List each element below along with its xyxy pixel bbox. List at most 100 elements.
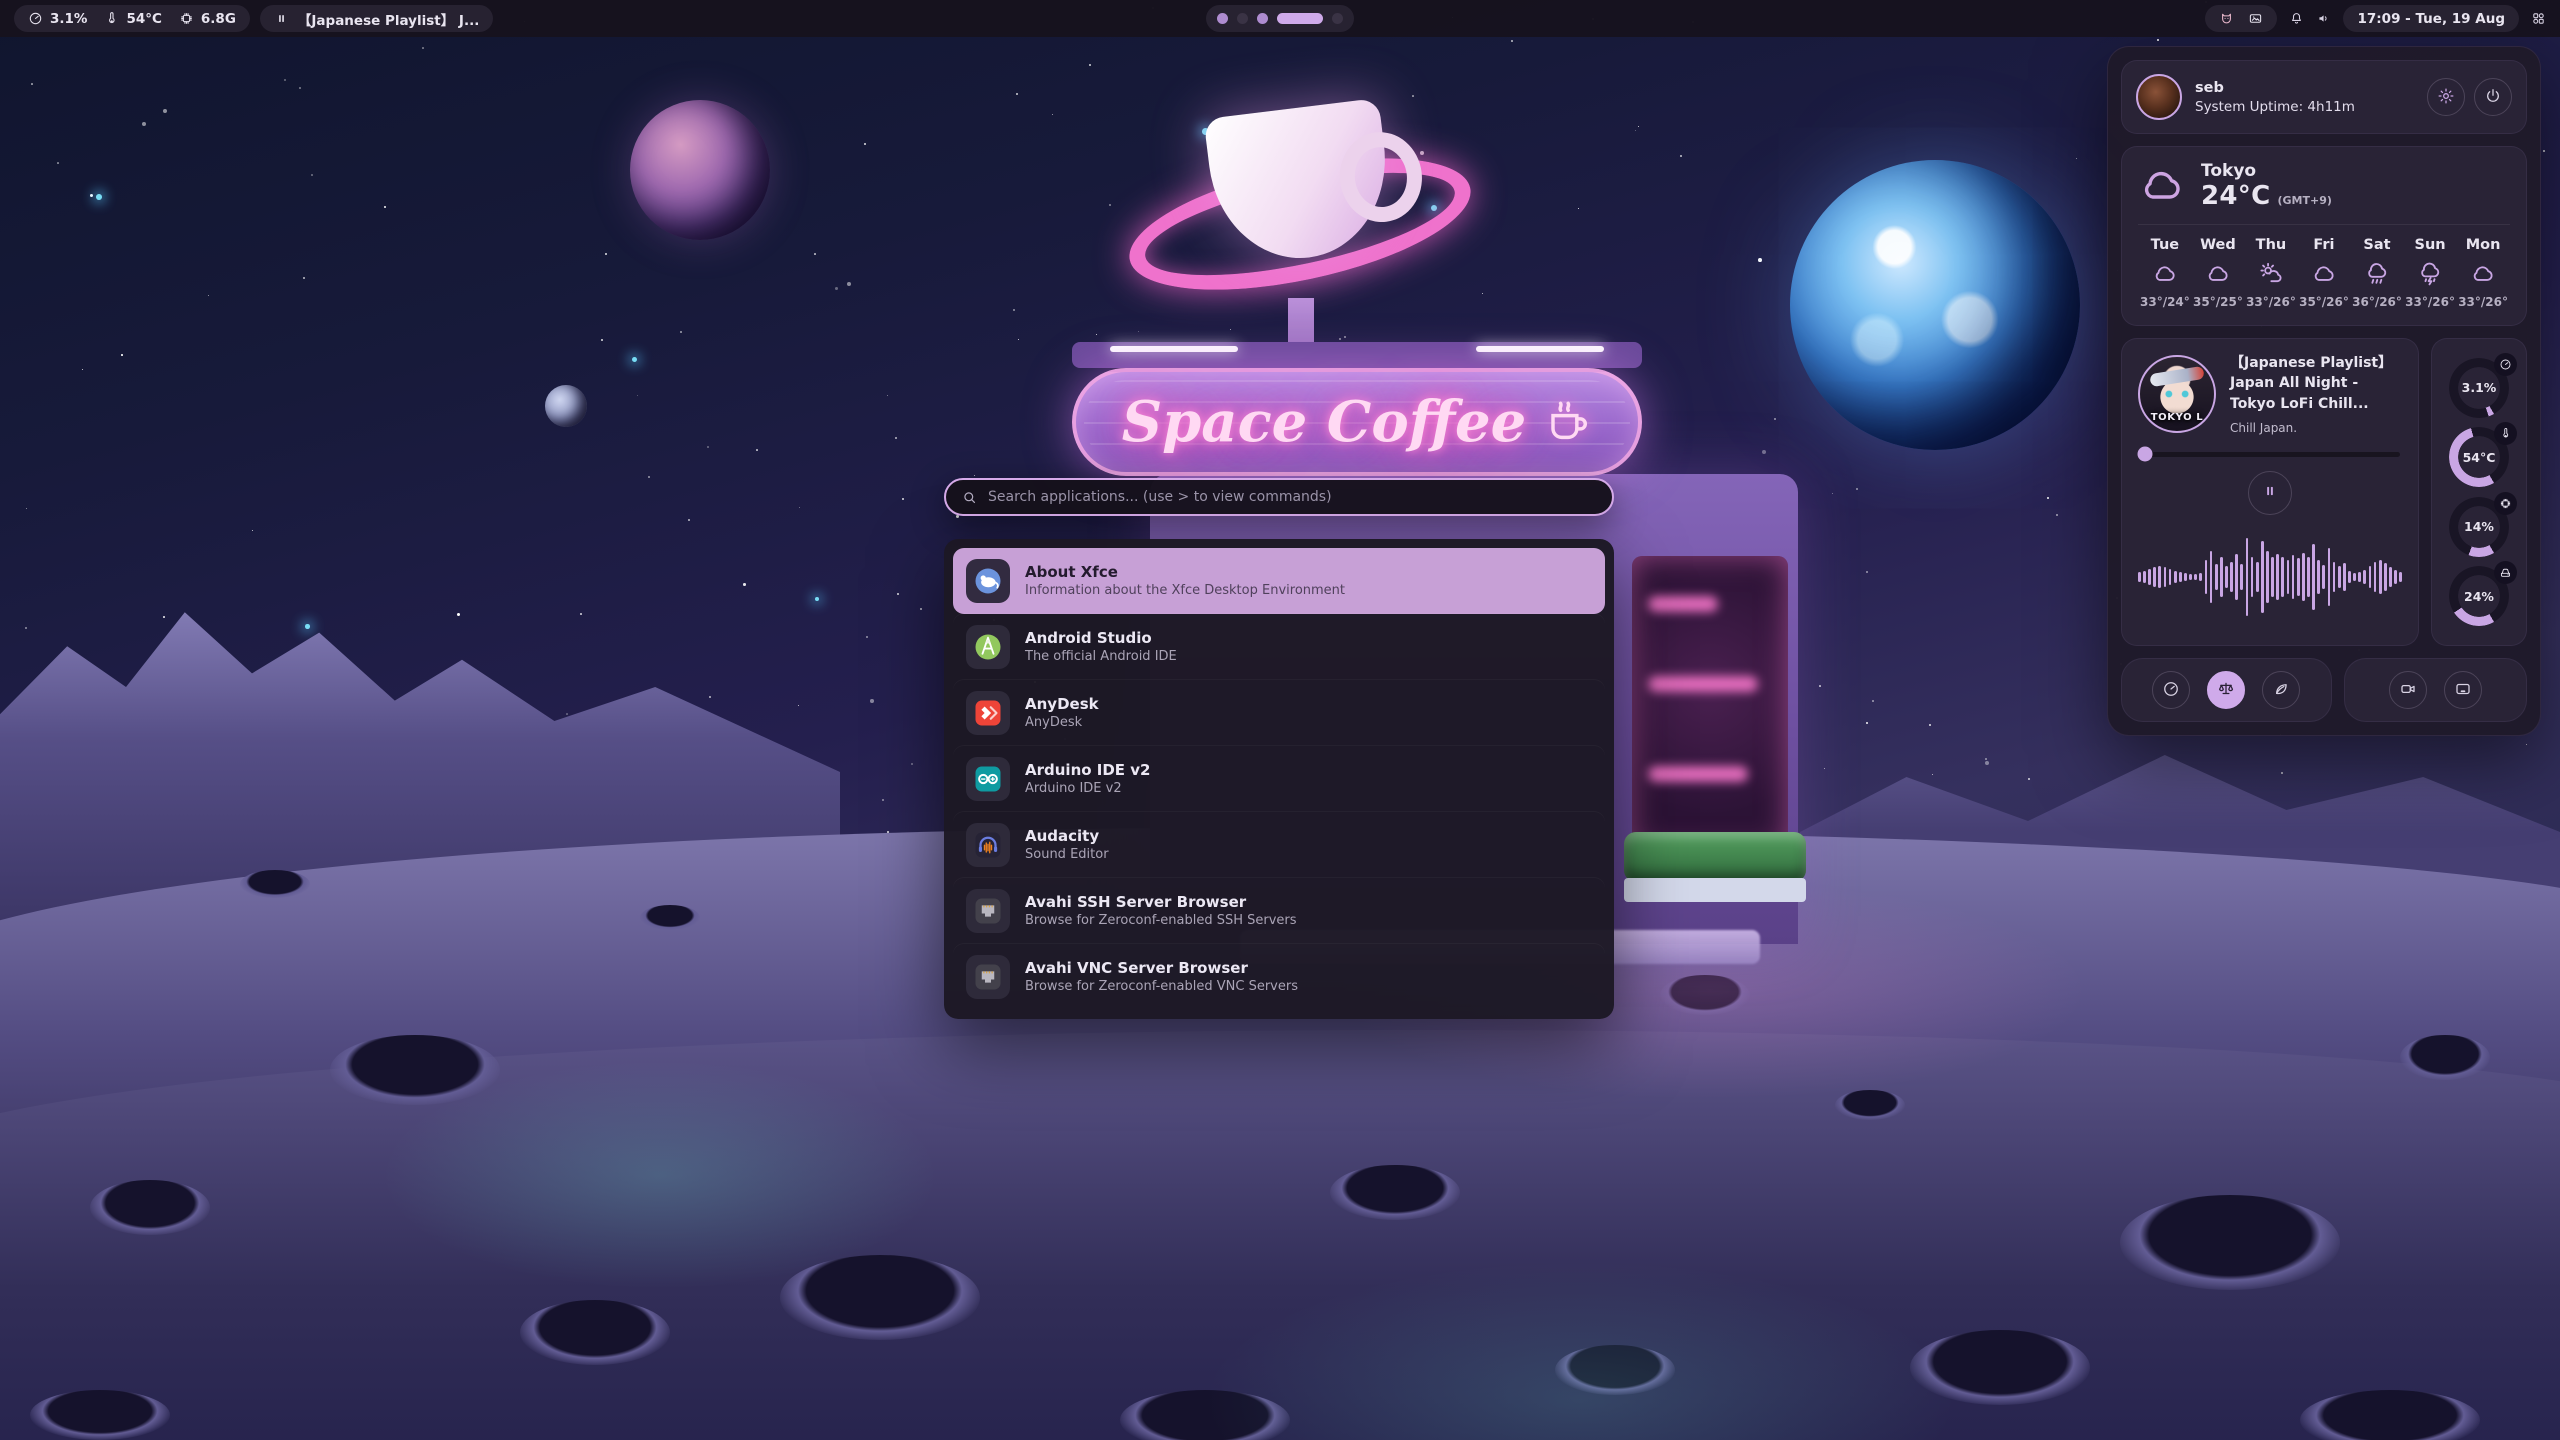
tray-app-icon[interactable]	[2219, 11, 2234, 26]
app-subtitle: AnyDesk	[1025, 715, 1099, 732]
seek-thumb[interactable]	[2138, 447, 2153, 462]
overview-grid-icon[interactable]	[2531, 11, 2546, 26]
workspace-dot[interactable]	[1277, 13, 1323, 24]
app-text: AnyDesk AnyDesk	[1025, 694, 1099, 731]
wallpaper-tray-icon[interactable]	[2248, 11, 2263, 26]
crater	[1660, 975, 1750, 1015]
top-bar-left: 3.1% 54°C 6.8G 【Japanese Playlist】 J...	[14, 5, 493, 32]
system-gauges: 3.1% 54°C 14% 24%	[2431, 338, 2527, 646]
now-playing-pill[interactable]: 【Japanese Playlist】 J...	[260, 5, 493, 32]
seek-bar[interactable]	[2140, 452, 2400, 457]
stat-item: 54°C	[104, 11, 161, 27]
gauge-value: 3.1%	[2449, 358, 2509, 418]
speedometer-icon	[28, 11, 43, 26]
app-title: Android Studio	[1025, 628, 1177, 648]
username: seb	[2195, 80, 2355, 96]
performance-profile-button[interactable]	[2152, 671, 2190, 709]
cloud-icon	[2311, 261, 2337, 287]
system-tray-pill[interactable]	[2205, 5, 2277, 32]
app-list-item[interactable]: Audacity Sound Editor	[953, 812, 1605, 878]
stat-item: 6.8G	[179, 11, 236, 27]
crater	[1835, 1090, 1905, 1120]
purple-planet	[630, 100, 770, 240]
stat-value: 6.8G	[201, 11, 236, 27]
now-playing-label: 【Japanese Playlist】 J...	[298, 9, 479, 29]
anydesk-icon	[966, 691, 1010, 735]
window-neon	[1648, 766, 1748, 782]
album-art-label: TOKYO L	[2140, 412, 2214, 423]
play-pause-button[interactable]	[2248, 471, 2292, 515]
pause-icon	[274, 11, 289, 26]
uptime-label: System Uptime: 4h11m	[2195, 99, 2355, 115]
neon-sign: Space Coffee	[1072, 368, 1642, 476]
forecast-temps: 35°/25°	[2193, 295, 2243, 309]
app-title: Audacity	[1025, 826, 1109, 846]
forecast-day: Tue 33°/24°	[2140, 237, 2190, 309]
avahi-icon	[966, 889, 1010, 933]
search-input[interactable]	[988, 489, 1597, 505]
user-text: seb System Uptime: 4h11m	[2195, 80, 2355, 115]
weather-city: Tokyo	[2201, 161, 2332, 181]
user-header-card: seb System Uptime: 4h11m	[2121, 60, 2527, 134]
workspace-dot[interactable]	[1332, 13, 1343, 24]
screenshot-button[interactable]	[2444, 671, 2482, 709]
workspace-indicator[interactable]	[1206, 5, 1354, 32]
audacity-icon	[966, 823, 1010, 867]
power-button[interactable]	[2474, 78, 2512, 116]
cloud-icon	[2138, 162, 2186, 210]
workspace-dot[interactable]	[1257, 13, 1268, 24]
xfce-icon	[966, 559, 1010, 603]
system-gauge: 24%	[2449, 566, 2509, 626]
crater	[90, 1180, 210, 1235]
neon-sign-text: Space Coffee	[1122, 389, 1527, 455]
app-list-item[interactable]: Arduino IDE v2 Arduino IDE v2	[953, 746, 1605, 812]
app-list-item[interactable]: About Xfce Information about the Xfce De…	[953, 548, 1605, 614]
balanced-profile-button[interactable]	[2207, 671, 2245, 709]
screen-record-button[interactable]	[2389, 671, 2427, 709]
gear-icon	[2437, 87, 2455, 108]
settings-button[interactable]	[2427, 78, 2465, 116]
scales-icon	[2217, 680, 2235, 701]
powersaver-profile-button[interactable]	[2262, 671, 2300, 709]
app-list-item[interactable]: Avahi SSH Server Browser Browse for Zero…	[953, 878, 1605, 944]
pause-icon	[2261, 482, 2279, 503]
power-profile-switcher	[2121, 658, 2332, 722]
forecast-day-label: Sat	[2363, 237, 2390, 253]
app-list-item[interactable]: Android Studio The official Android IDE	[953, 614, 1605, 680]
app-title: Avahi SSH Server Browser	[1025, 892, 1297, 912]
forecast-day: Wed 35°/25°	[2193, 237, 2243, 309]
stat-value: 54°C	[126, 11, 161, 27]
app-list-item[interactable]: Avahi VNC Server Browser Browse for Zero…	[953, 944, 1605, 1010]
track-title: 【Japanese Playlist】 Japan All Night - To…	[2230, 353, 2402, 414]
volume-icon[interactable]	[2316, 11, 2331, 26]
dashboard-panel: seb System Uptime: 4h11m Tokyo 24°C (GMT…	[2107, 46, 2541, 736]
system-stats-pill[interactable]: 3.1% 54°C 6.8G	[14, 5, 250, 32]
forecast-day: Thu 33°/26°	[2246, 237, 2296, 309]
app-list-item[interactable]: AnyDesk AnyDesk	[953, 680, 1605, 746]
forecast-temps: 33°/24°	[2140, 295, 2190, 309]
app-subtitle: Arduino IDE v2	[1025, 781, 1151, 798]
forecast-day: Sun 33°/26°	[2405, 237, 2455, 309]
forecast-day-label: Mon	[2466, 237, 2501, 253]
gauge-value: 14%	[2449, 497, 2509, 557]
rain-icon	[2364, 261, 2390, 287]
forecast-day-label: Tue	[2151, 237, 2179, 253]
forecast-day-label: Thu	[2256, 237, 2287, 253]
app-text: Avahi SSH Server Browser Browse for Zero…	[1025, 892, 1297, 929]
top-bar: 3.1% 54°C 6.8G 【Japanese Playlist】 J...	[0, 0, 2560, 37]
app-title: Arduino IDE v2	[1025, 760, 1151, 780]
storm-icon	[2417, 261, 2443, 287]
planter-box	[1624, 878, 1806, 902]
workspace-dot[interactable]	[1237, 13, 1248, 24]
clock[interactable]: 17:09 - Tue, 19 Aug	[2343, 5, 2519, 32]
avahi-icon	[966, 955, 1010, 999]
notifications-bell-icon[interactable]	[2289, 11, 2304, 26]
header-buttons	[2427, 78, 2512, 116]
arduino-icon	[966, 757, 1010, 801]
speedometer-icon	[2162, 680, 2180, 701]
forecast-day-label: Fri	[2313, 237, 2334, 253]
search-bar[interactable]	[944, 478, 1614, 516]
weather-header: Tokyo 24°C (GMT+9)	[2138, 161, 2510, 211]
workspace-dot[interactable]	[1217, 13, 1228, 24]
roof-lamp	[1476, 346, 1604, 352]
